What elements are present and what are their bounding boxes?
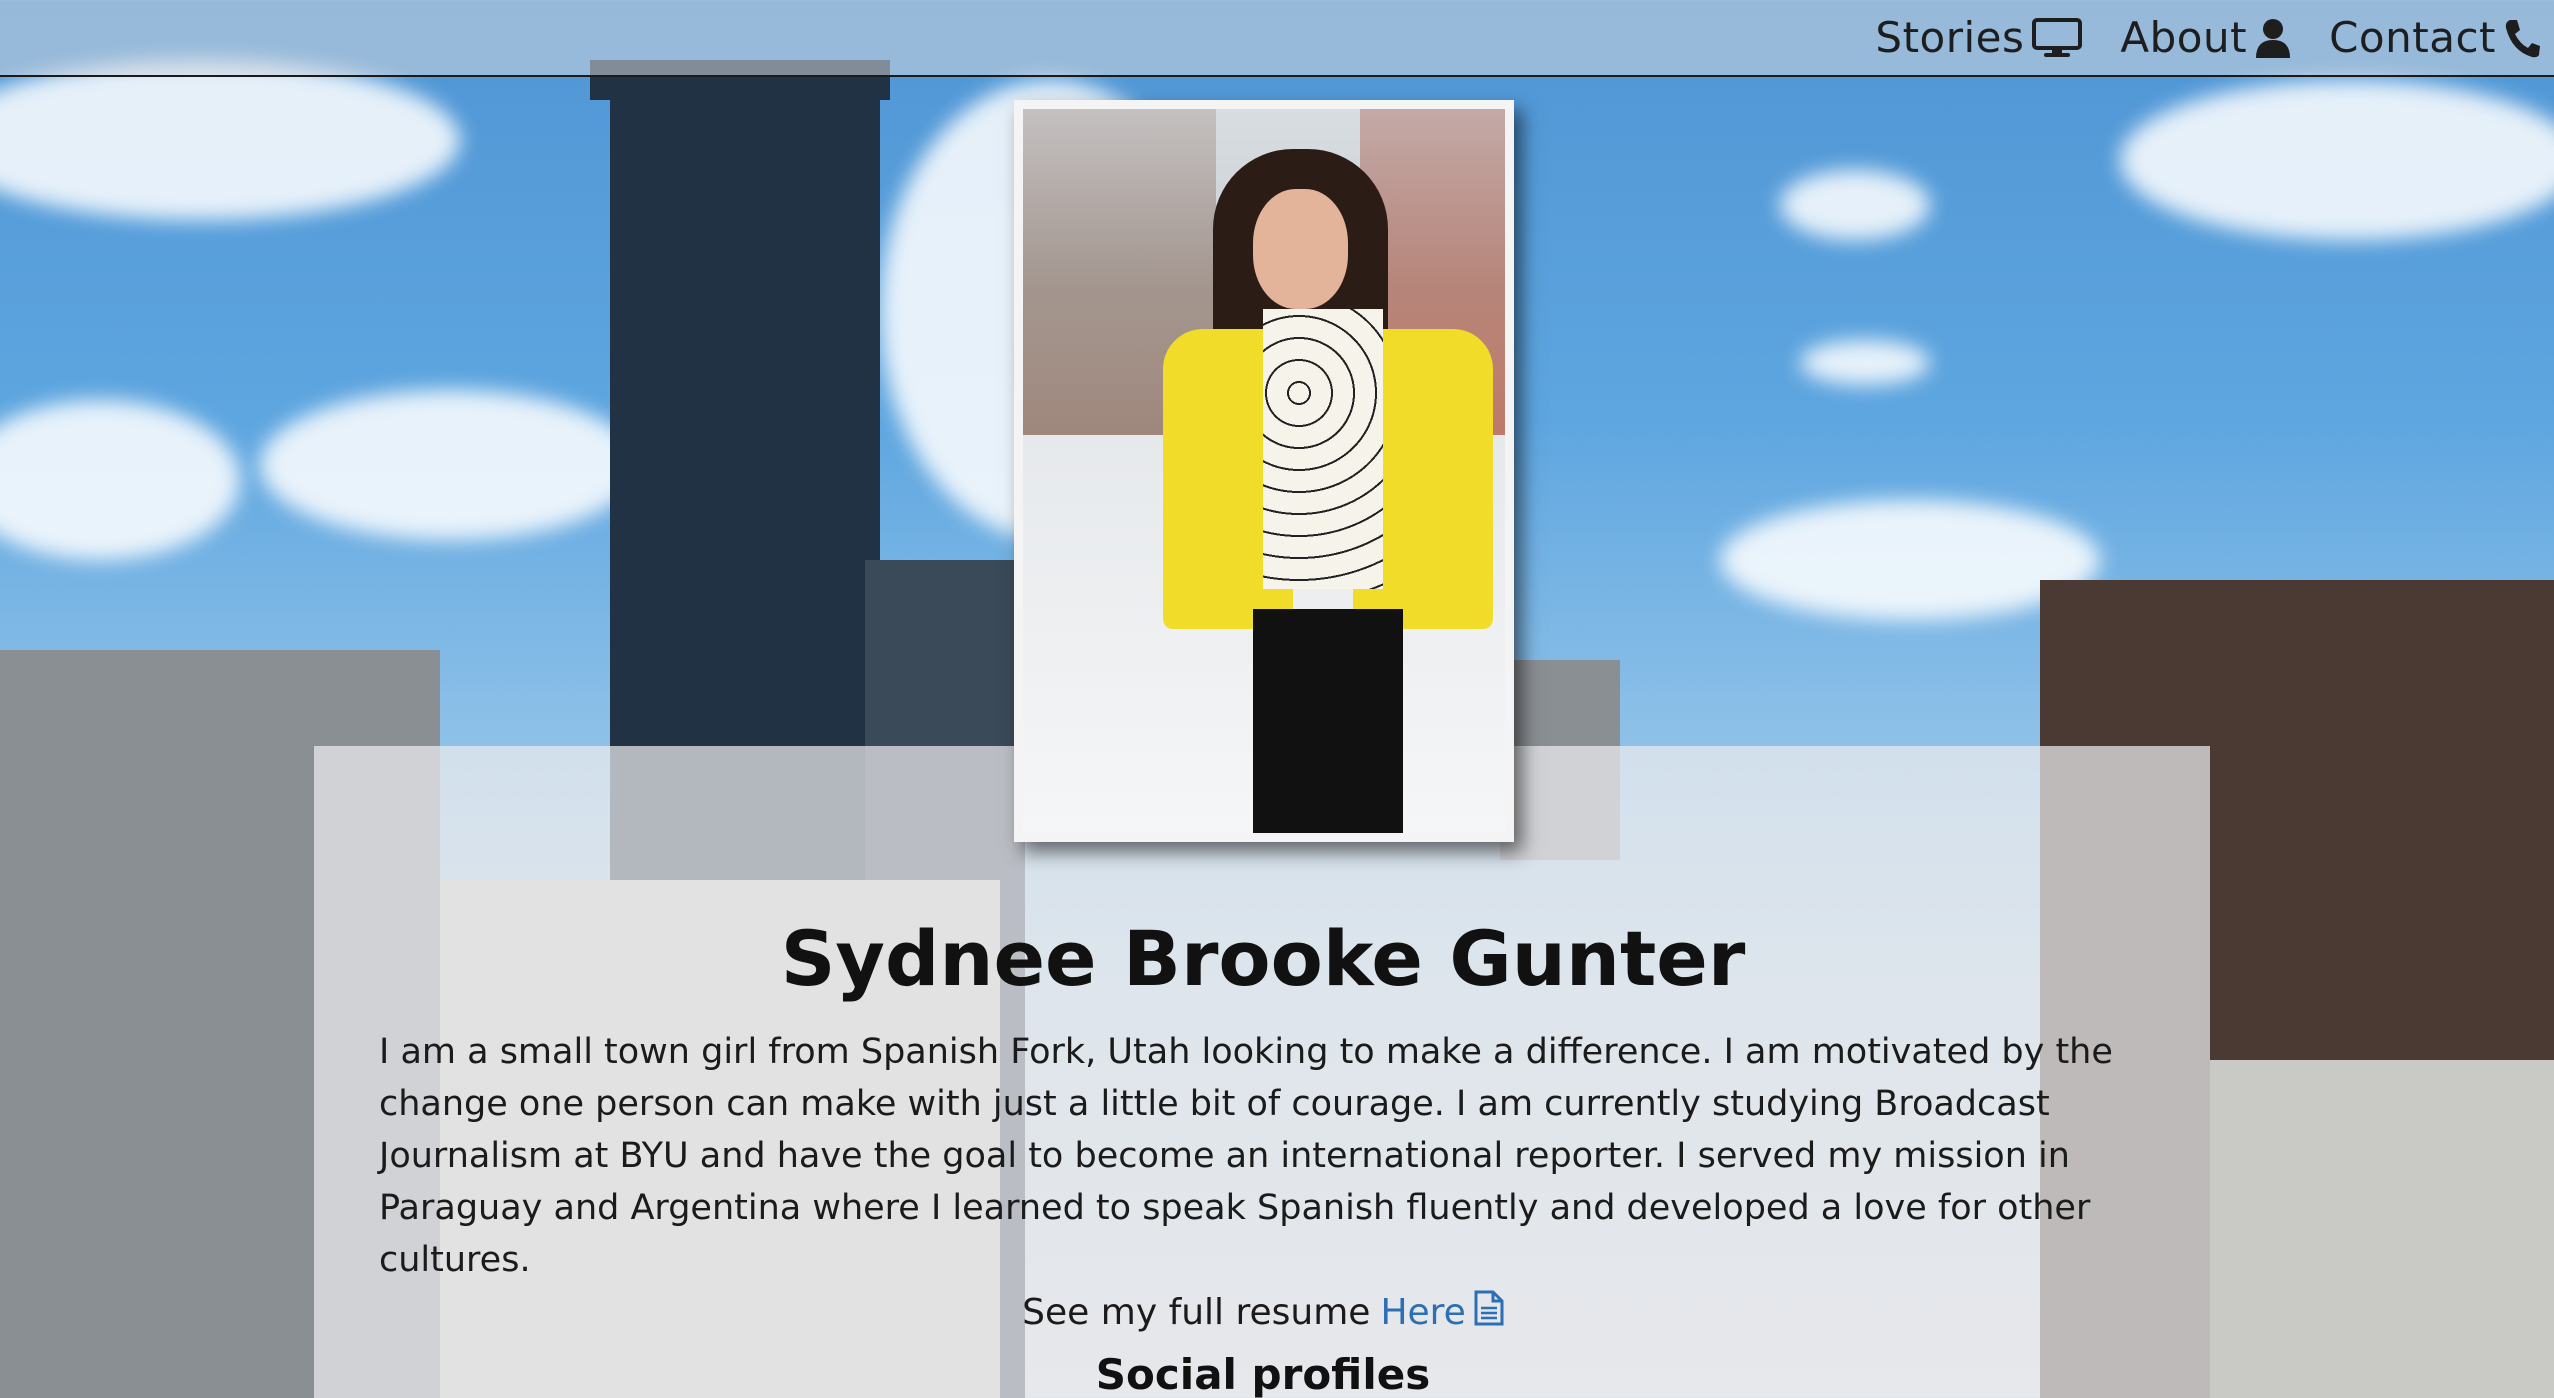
nav-contact-label: Contact [2329, 13, 2496, 62]
profile-photo-image [1023, 109, 1505, 833]
monitor-icon [2032, 17, 2083, 58]
nav-stories-link[interactable]: Stories [1875, 13, 2083, 62]
resume-link-label: Here [1380, 1292, 1466, 1333]
nav-stories-label: Stories [1875, 13, 2025, 62]
phone-icon [2504, 18, 2540, 58]
profile-bio: I am a small town girl from Spanish Fork… [379, 1032, 2113, 1280]
user-icon [2255, 18, 2291, 58]
nav-contact-link[interactable]: Contact [2329, 13, 2540, 62]
profile-photo [1014, 100, 1514, 842]
profile-name: Sydnee Brooke Gunter [780, 914, 1746, 1003]
resume-prefix: See my full resume [1022, 1292, 1371, 1333]
nav-about-label: About [2120, 13, 2248, 62]
file-text-icon [1474, 1290, 1504, 1335]
nav-about-link[interactable]: About [2120, 13, 2291, 62]
resume-line: See my full resume Here [0, 1290, 2526, 1335]
top-nav: Stories About Contact [0, 0, 2554, 77]
resume-link[interactable]: Here [1380, 1290, 1504, 1335]
social-profiles-heading: Social profiles [1095, 1350, 1431, 1398]
